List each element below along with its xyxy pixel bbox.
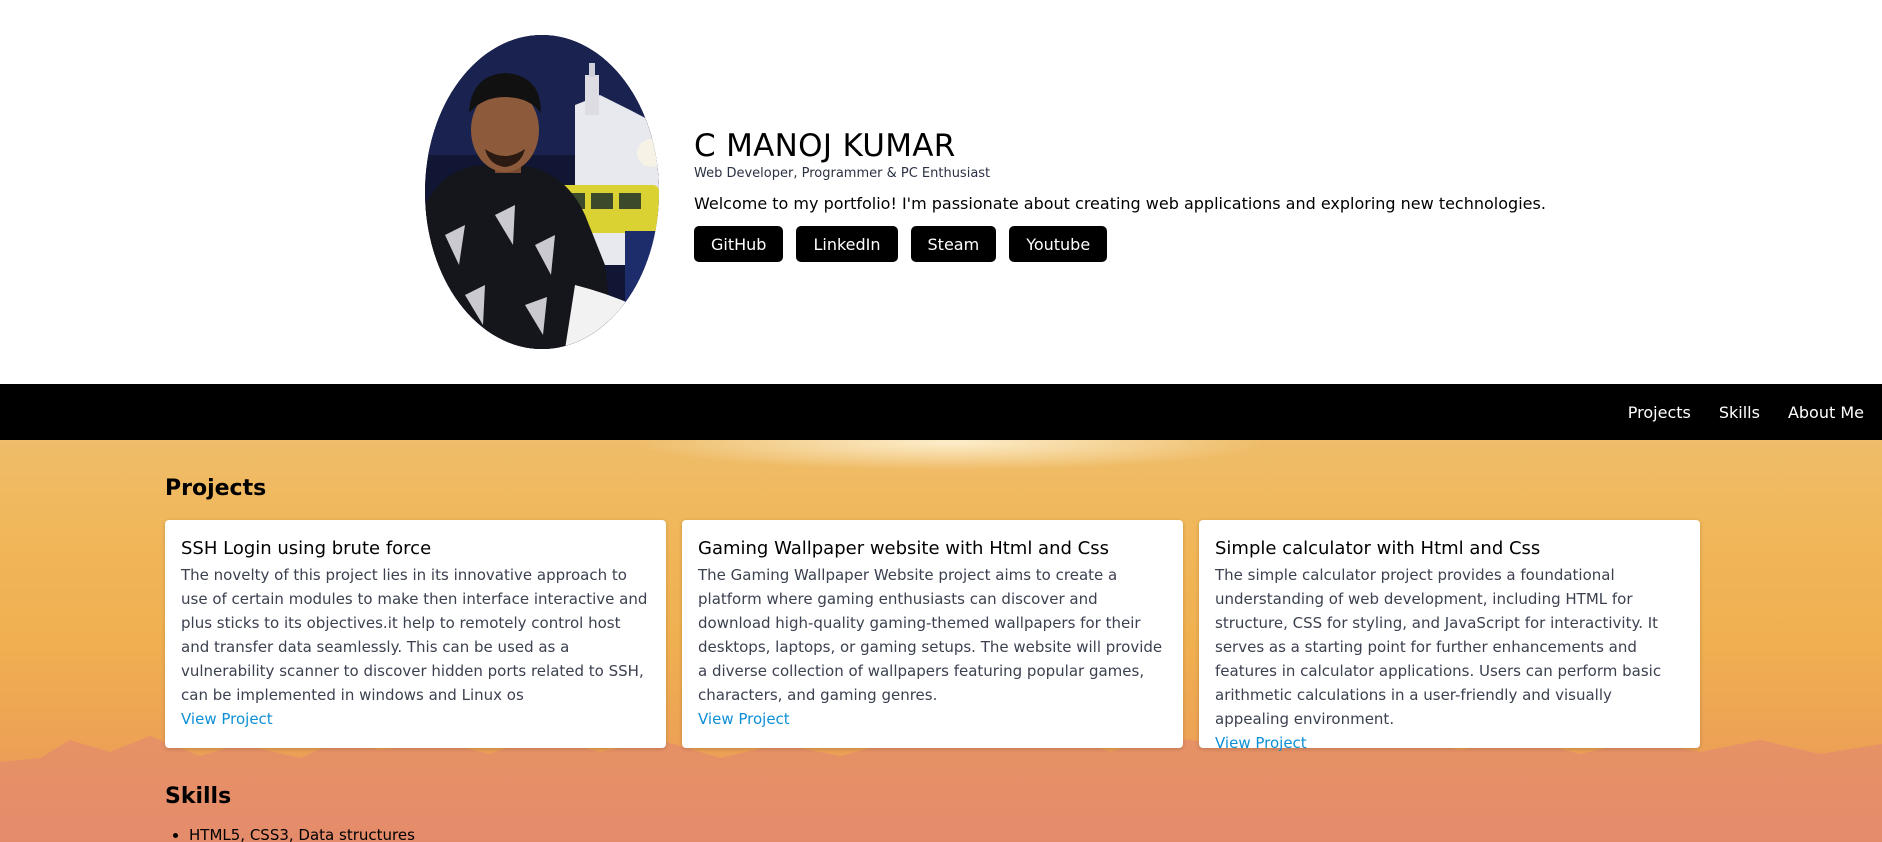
- social-links: GitHub LinkedIn Steam Youtube: [694, 226, 1694, 262]
- project-card: Gaming Wallpaper website with Html and C…: [682, 520, 1183, 748]
- linkedin-button[interactable]: LinkedIn: [796, 226, 898, 262]
- project-cards: SSH Login using brute force The novelty …: [165, 520, 1700, 752]
- profile-header: C MANOJ KUMAR Web Developer, Programmer …: [0, 0, 1868, 384]
- main-navbar: Projects Skills About Me: [0, 384, 1882, 440]
- profile-name: C MANOJ KUMAR: [694, 128, 956, 164]
- project-card: SSH Login using brute force The novelty …: [165, 520, 666, 748]
- nav-item-projects[interactable]: Projects: [1628, 403, 1691, 422]
- nav-item-skills[interactable]: Skills: [1719, 403, 1760, 422]
- skills-list: HTML5, CSS3, Data structures: [165, 826, 415, 842]
- youtube-button[interactable]: Youtube: [1009, 226, 1108, 262]
- project-description: The Gaming Wallpaper Website project aim…: [698, 566, 1163, 704]
- profile-intro: C MANOJ KUMAR Web Developer, Programmer …: [694, 128, 1694, 262]
- project-title: Gaming Wallpaper website with Html and C…: [698, 538, 1109, 559]
- profile-avatar: [425, 35, 659, 349]
- project-description: The simple calculator project provides a…: [1215, 566, 1662, 728]
- project-card: Simple calculator with Html and Css The …: [1199, 520, 1700, 752]
- steam-button[interactable]: Steam: [910, 226, 997, 262]
- skill-item: HTML5, CSS3, Data structures: [189, 826, 415, 842]
- projects-heading: Projects: [165, 476, 267, 501]
- main-content: Projects SSH Login using brute force The…: [0, 440, 1882, 842]
- skills-heading: Skills: [165, 784, 232, 809]
- view-project-link[interactable]: View Project: [698, 707, 790, 731]
- project-title: Simple calculator with Html and Css: [1215, 538, 1541, 559]
- project-title: SSH Login using brute force: [181, 538, 432, 559]
- nav-links: Projects Skills About Me: [1628, 384, 1864, 440]
- view-project-link[interactable]: View Project: [1215, 731, 1307, 755]
- profile-photo: [425, 35, 659, 349]
- view-project-link[interactable]: View Project: [181, 707, 273, 731]
- page-scrollbar[interactable]: [1868, 0, 1882, 384]
- github-button[interactable]: GitHub: [694, 226, 784, 262]
- project-description: The novelty of this project lies in its …: [181, 566, 648, 704]
- nav-item-about-me[interactable]: About Me: [1788, 403, 1864, 422]
- welcome-text: Welcome to my portfolio! I'm passionate …: [694, 194, 1546, 213]
- profile-tagline: Web Developer, Programmer & PC Enthusias…: [694, 166, 991, 181]
